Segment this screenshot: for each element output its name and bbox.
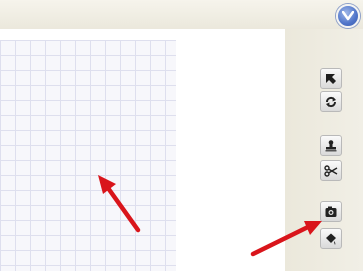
stamp-icon: [325, 139, 337, 151]
select-tool-button[interactable]: [320, 68, 342, 89]
arrow-pointer-icon: [326, 73, 336, 84]
paint-bucket-tool-button[interactable]: [320, 228, 342, 249]
grid-canvas[interactable]: [0, 40, 176, 271]
collapse-button[interactable]: [336, 4, 360, 28]
stage-area[interactable]: [0, 29, 286, 271]
side-toolbar: [285, 29, 363, 271]
camera-icon: [325, 206, 337, 217]
top-bar: [0, 0, 363, 30]
cut-tool-button[interactable]: [320, 160, 342, 181]
rotate-icon: [325, 96, 337, 107]
scissors-icon: [324, 164, 338, 177]
paint-bucket-icon: [326, 233, 336, 245]
chevron-down-icon: [342, 11, 354, 21]
stamp-tool-button[interactable]: [320, 135, 342, 156]
camera-tool-button[interactable]: [320, 201, 342, 222]
rotate-tool-button[interactable]: [320, 91, 342, 112]
